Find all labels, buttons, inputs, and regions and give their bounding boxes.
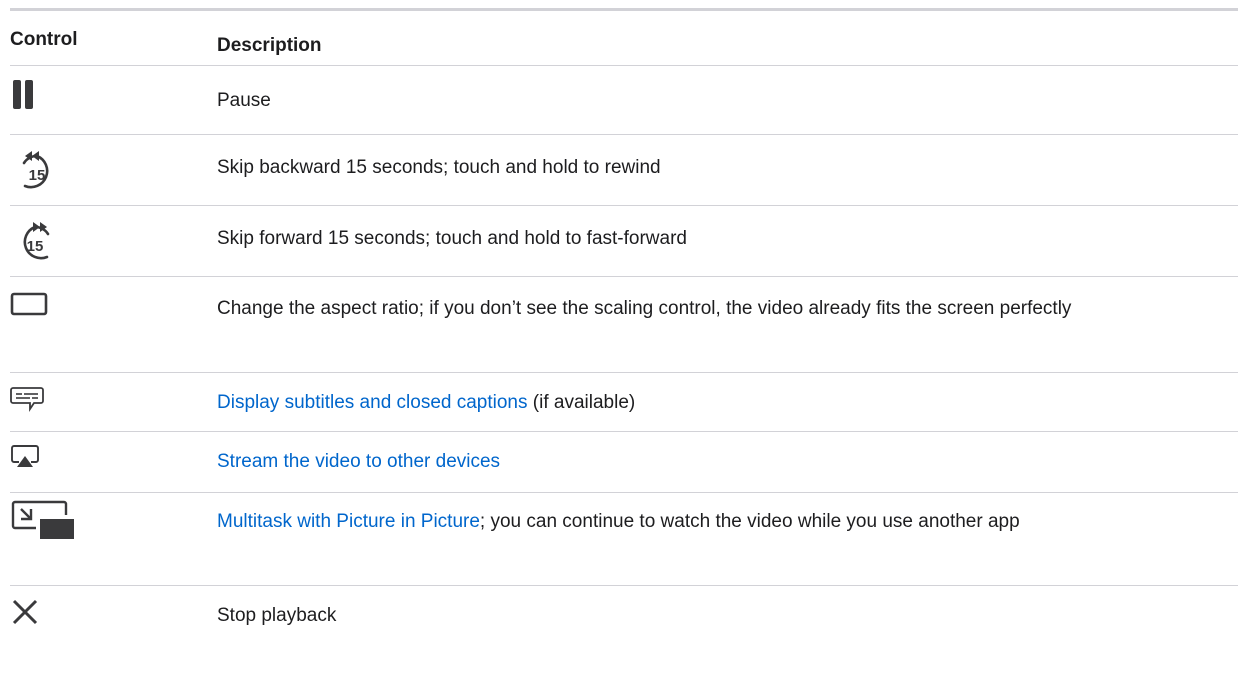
column-header-control: Control: [10, 29, 78, 50]
pause-icon: [13, 80, 33, 109]
airplay-icon: [11, 445, 39, 467]
row-description: Pause: [217, 66, 1238, 117]
aspect-ratio-icon: [10, 292, 48, 316]
stream-video-link[interactable]: Stream the video to other devices: [217, 451, 500, 472]
controls-table: Control Description Pause 15 Skip backwa…: [10, 8, 1238, 646]
row-description: Skip backward 15 seconds; touch and hold…: [217, 135, 1238, 184]
subtitles-icon: [10, 387, 44, 412]
row-description: Stream the video to other devices: [217, 432, 1238, 478]
description-text: Change the aspect ratio; if you don’t se…: [217, 298, 1072, 319]
row-description: Skip forward 15 seconds; touch and hold …: [217, 206, 1238, 255]
description-text: (if available): [527, 392, 636, 413]
row-description: Stop playback: [217, 586, 1238, 632]
row-description: Display subtitles and closed captions (i…: [217, 373, 1238, 419]
subtitles-link[interactable]: Display subtitles and closed captions: [217, 392, 528, 413]
description-text: Skip backward 15 seconds; touch and hold…: [217, 157, 661, 178]
table-row: Multitask with Picture in Picture; you c…: [10, 493, 1238, 586]
skip-forward-15-icon: 15: [23, 222, 50, 260]
svg-text:15: 15: [29, 167, 46, 184]
table-row: Stream the video to other devices: [10, 432, 1238, 493]
picture-in-picture-icon: [11, 500, 74, 539]
table-row: Change the aspect ratio; if you don’t se…: [10, 277, 1238, 373]
description-text: Pause: [217, 90, 271, 111]
table-row: 15 Skip forward 15 seconds; touch and ho…: [10, 206, 1238, 277]
description-text: Stop playback: [217, 605, 337, 626]
description-text: Skip forward 15 seconds; touch and hold …: [217, 228, 687, 249]
column-header-description: Description: [217, 35, 322, 56]
svg-text:15: 15: [27, 238, 44, 255]
table-row: 15 Skip backward 15 seconds; touch and h…: [10, 135, 1238, 206]
row-description: Multitask with Picture in Picture; you c…: [217, 493, 1238, 538]
description-text: ; you can continue to watch the video wh…: [479, 511, 1020, 532]
skip-backward-15-icon: 15: [22, 151, 49, 189]
table-row: Stop playback: [10, 586, 1238, 646]
table-row: Pause: [10, 66, 1238, 135]
table-row: Display subtitles and closed captions (i…: [10, 373, 1238, 432]
picture-in-picture-link[interactable]: Multitask with Picture in Picture: [217, 511, 480, 532]
row-description: Change the aspect ratio; if you don’t se…: [217, 277, 1238, 325]
table-header-row: Control Description: [10, 11, 1238, 66]
close-icon: [12, 599, 38, 625]
